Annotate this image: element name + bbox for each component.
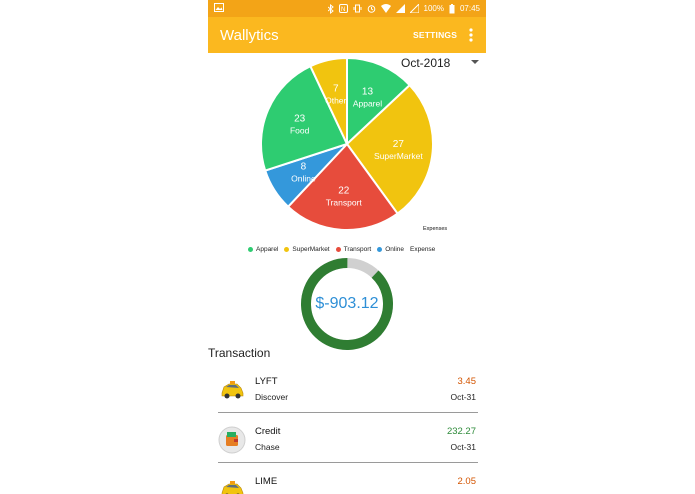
legend-item: SuperMarket (284, 246, 330, 253)
transaction-row[interactable]: LIMEDi2.05 (208, 468, 486, 494)
legend-item: Apparel (248, 246, 278, 253)
transactions-title: Transaction (208, 346, 271, 360)
expense-pie-chart: 13Apparel 27SuperMarket 22Transport 8Online… (260, 56, 434, 231)
wallet-icon (218, 426, 246, 454)
legend-label: Apparel (256, 246, 279, 253)
pie-category-label: Food (290, 126, 310, 136)
legend-item: Online (377, 246, 404, 253)
legend-swatch (284, 247, 290, 252)
legend-swatch (377, 247, 383, 252)
battery-percent: 100% (423, 4, 444, 13)
legend-label: Online (385, 246, 404, 253)
transaction-amount: 232.27 (446, 426, 476, 437)
nfc-icon: N (338, 4, 348, 13)
battery-icon (449, 3, 455, 13)
settings-button[interactable]: SETTINGS (413, 30, 457, 40)
balance-value: $-903.12 (315, 295, 379, 312)
legend-label: SuperMarket (292, 246, 330, 253)
transaction-row[interactable]: Credit Chase 232.27 Oct-31 (208, 418, 486, 468)
legend-item: Expense (410, 246, 435, 253)
pie-value-label: 22 (338, 185, 350, 196)
dropdown-caret-icon[interactable] (470, 59, 480, 65)
pie-value-label: 27 (393, 139, 405, 150)
signal-2-icon (409, 4, 419, 13)
divider (218, 412, 478, 413)
pie-value-label: 13 (362, 87, 374, 98)
taxi-icon (221, 481, 244, 494)
legend-label: Expense (410, 246, 436, 253)
legend-item: Transport (335, 246, 372, 253)
transaction-name: Credit (255, 426, 281, 437)
transaction-row[interactable]: LYFT Discover 3.45 Oct-31 (208, 368, 486, 418)
signal-icon (395, 4, 405, 13)
transaction-date: Oct-31 (450, 442, 476, 452)
app-title: Wallytics (220, 27, 279, 44)
wifi-icon (380, 4, 391, 13)
taxi-icon (221, 381, 244, 399)
transaction-name: LIME (255, 476, 278, 487)
pie-category-label: Online (291, 174, 316, 184)
alarm-icon (367, 5, 375, 13)
chart-description: Expenses (423, 226, 448, 232)
phone-screen: N 100% 07:45 Wallytics SETTINGS Oct-2018… (208, 0, 486, 494)
legend-label: Transport (343, 246, 372, 253)
divider (218, 462, 478, 463)
transaction-amount: 3.45 (457, 376, 477, 387)
transaction-account: Chase (255, 442, 280, 452)
pie-category-label: Other (325, 96, 346, 106)
svg-text:N: N (341, 7, 345, 13)
transaction-name: LYFT (255, 376, 278, 387)
transaction-amount: 2.05 (457, 476, 477, 487)
clock: 07:45 (459, 4, 480, 13)
image-notification-icon (214, 3, 224, 12)
legend-swatch (335, 247, 341, 252)
pie-value-label: 7 (333, 84, 339, 95)
pie-category-label: Apparel (353, 99, 382, 109)
legend-swatch (248, 247, 253, 252)
vibrate-icon (353, 4, 361, 13)
pie-value-label: 23 (294, 114, 306, 125)
pie-value-label: 8 (301, 162, 307, 173)
status-bar: N 100% 07:45 (208, 0, 486, 17)
transaction-account: Discover (255, 392, 289, 402)
bluetooth-icon (327, 3, 334, 14)
pie-category-label: SuperMarket (374, 151, 423, 161)
overflow-menu-icon[interactable] (467, 27, 475, 43)
pie-category-label: Transport (326, 197, 363, 207)
chart-legend: Apparel SuperMarket Transport Online Expense (248, 246, 435, 253)
transaction-date: Oct-31 (450, 392, 476, 402)
app-bar: Wallytics SETTINGS (208, 17, 486, 53)
